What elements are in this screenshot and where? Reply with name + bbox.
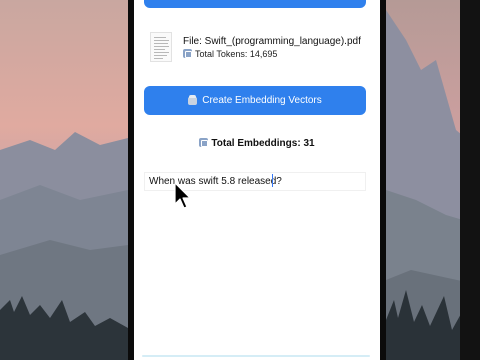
token-count-label: Total Tokens: 14,695 bbox=[195, 49, 278, 59]
select-file-button[interactable] bbox=[144, 0, 366, 8]
create-embeddings-button[interactable]: Create Embedding Vectors bbox=[144, 86, 366, 115]
app-screen: File: Swift_(programming_language).pdf T… bbox=[134, 0, 380, 360]
file-info: File: Swift_(programming_language).pdf T… bbox=[150, 32, 370, 68]
document-thumbnail-icon bbox=[150, 32, 172, 62]
wallpaper-left bbox=[0, 0, 128, 360]
text-caret bbox=[272, 174, 273, 187]
mouse-pointer-icon bbox=[174, 182, 191, 209]
bottom-divider bbox=[142, 355, 370, 357]
create-embeddings-label: Create Embedding Vectors bbox=[202, 95, 322, 106]
numbers-icon bbox=[199, 138, 209, 147]
numbers-icon bbox=[183, 49, 192, 58]
total-embeddings: Total Embeddings: 31 bbox=[134, 138, 380, 149]
file-name: File: Swift_(programming_language).pdf bbox=[183, 36, 361, 47]
wallpaper-right bbox=[386, 0, 480, 360]
token-count: Total Tokens: 14,695 bbox=[183, 49, 277, 59]
package-icon bbox=[188, 94, 198, 105]
total-embeddings-label: Total Embeddings: 31 bbox=[211, 138, 315, 149]
